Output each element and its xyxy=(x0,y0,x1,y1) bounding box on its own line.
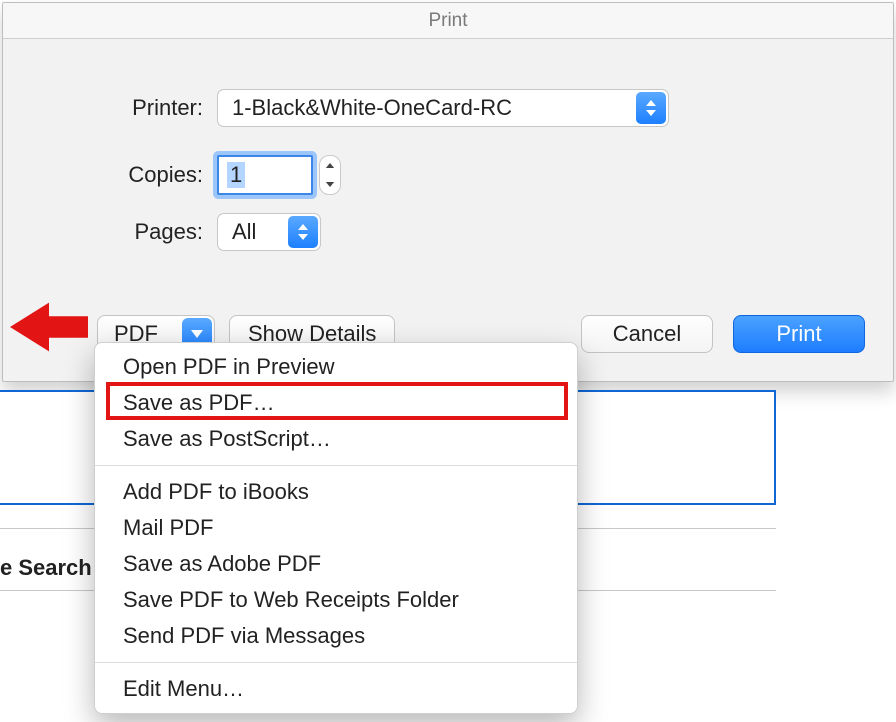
print-label: Print xyxy=(776,321,821,347)
background-search-label: e Search xyxy=(0,555,92,581)
copies-input[interactable]: 1 xyxy=(217,155,313,195)
dialog-title: Print xyxy=(3,3,893,39)
updown-icon xyxy=(288,216,318,248)
menu-mail-pdf[interactable]: Mail PDF xyxy=(95,510,577,546)
menu-save-adobe-pdf[interactable]: Save as Adobe PDF xyxy=(95,546,577,582)
menu-save-web-receipts[interactable]: Save PDF to Web Receipts Folder xyxy=(95,582,577,618)
pages-label: Pages: xyxy=(3,219,217,245)
copies-value: 1 xyxy=(227,162,245,188)
updown-icon xyxy=(636,92,666,124)
print-dialog: Print Printer: 1-Black&White-OneCard-RC … xyxy=(2,2,894,382)
stepper-up[interactable] xyxy=(320,156,340,175)
cancel-label: Cancel xyxy=(613,321,681,347)
menu-open-pdf-preview[interactable]: Open PDF in Preview xyxy=(95,349,577,385)
printer-select[interactable]: 1-Black&White-OneCard-RC xyxy=(217,89,669,127)
copies-label: Copies: xyxy=(3,162,217,188)
stepper-down[interactable] xyxy=(320,175,340,194)
pages-value: All xyxy=(232,219,256,245)
pdf-dropdown-menu: Open PDF in Preview Save as PDF… Save as… xyxy=(94,342,578,714)
copies-stepper[interactable] xyxy=(319,155,341,195)
printer-value: 1-Black&White-OneCard-RC xyxy=(232,95,512,121)
menu-send-via-messages[interactable]: Send PDF via Messages xyxy=(95,618,577,654)
print-button[interactable]: Print xyxy=(733,315,865,353)
menu-separator xyxy=(95,662,577,663)
menu-separator xyxy=(95,465,577,466)
menu-save-as-postscript[interactable]: Save as PostScript… xyxy=(95,421,577,457)
dialog-title-text: Print xyxy=(428,10,467,32)
printer-label: Printer: xyxy=(3,95,217,121)
annotation-arrow-icon xyxy=(10,302,88,352)
menu-save-as-pdf[interactable]: Save as PDF… xyxy=(95,385,577,421)
cancel-button[interactable]: Cancel xyxy=(581,315,713,353)
pages-select[interactable]: All xyxy=(217,213,321,251)
menu-edit-menu[interactable]: Edit Menu… xyxy=(95,671,577,707)
menu-add-pdf-ibooks[interactable]: Add PDF to iBooks xyxy=(95,474,577,510)
